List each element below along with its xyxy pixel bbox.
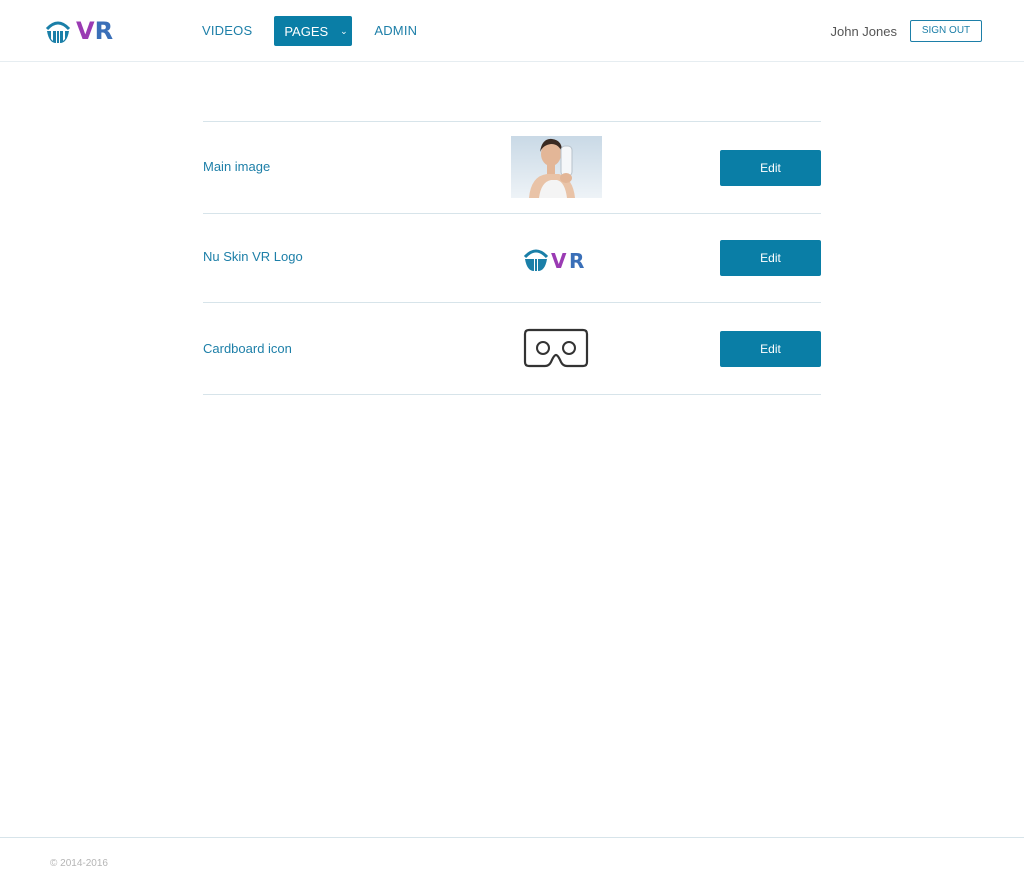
list-divider (203, 394, 821, 395)
sign-out-button[interactable]: SIGN OUT (910, 20, 982, 42)
pages-list: Main image Edit Nu Skin VR Logo V R Edit… (203, 121, 821, 395)
main-nav: VIDEOS PAGES ⌄ ADMIN (202, 16, 417, 46)
footer: © 2014-2016 (0, 837, 1024, 890)
nuskin-vr-logo-image: V R (523, 249, 584, 273)
top-nav-bar: VR VIDEOS PAGES ⌄ ADMIN John Jones SIGN … (0, 0, 1024, 62)
nav-pages-label: PAGES (284, 23, 329, 39)
nav-pages-dropdown[interactable]: PAGES ⌄ (274, 16, 353, 46)
row-label: Cardboard icon (203, 341, 292, 356)
nuskin-logo-icon (45, 21, 71, 43)
row-label: Nu Skin VR Logo (203, 249, 303, 264)
edit-button[interactable]: Edit (720, 150, 821, 186)
svg-text:V: V (551, 249, 567, 273)
list-item: Main image Edit (203, 121, 821, 213)
site-logo[interactable]: VR (44, 16, 113, 46)
cardboard-viewer-icon (523, 328, 589, 368)
list-item: Nu Skin VR Logo V R Edit (203, 213, 821, 302)
row-label: Main image (203, 159, 271, 174)
woman-holding-product-image (511, 136, 602, 198)
chevron-down-icon: ⌄ (340, 25, 348, 36)
nav-videos[interactable]: VIDEOS (202, 16, 252, 46)
edit-button[interactable]: Edit (720, 331, 821, 367)
svg-text:R: R (569, 249, 584, 273)
edit-button[interactable]: Edit (720, 240, 821, 276)
logo-text: VR (76, 17, 114, 45)
copyright-text: © 2014-2016 (50, 858, 108, 869)
nav-admin[interactable]: ADMIN (374, 16, 417, 46)
user-name: John Jones (830, 24, 898, 39)
list-item: Cardboard icon Edit (203, 302, 821, 394)
